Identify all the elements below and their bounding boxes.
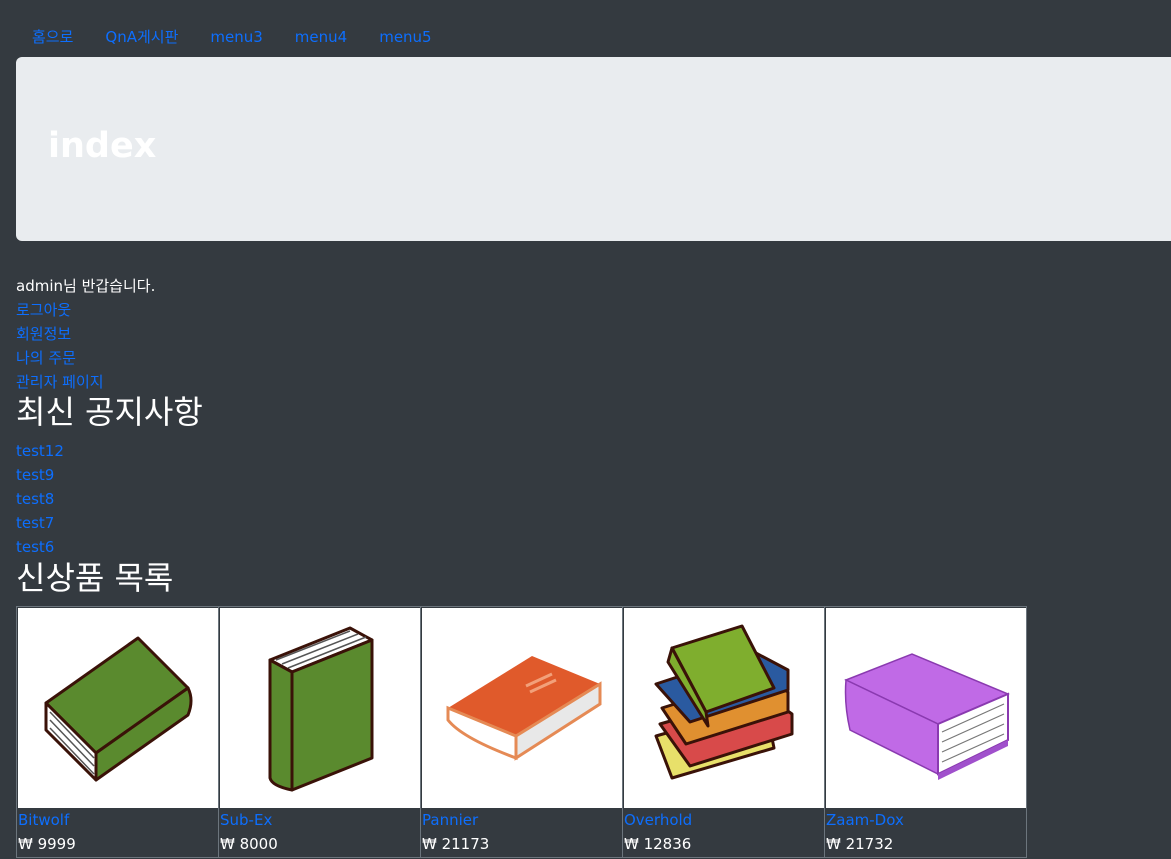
logout-link[interactable]: 로그아웃 [16, 298, 155, 322]
product-price: ₩ 9999 [18, 835, 76, 853]
nav-item-menu3[interactable]: menu3 [194, 22, 278, 52]
product-image[interactable] [624, 608, 824, 808]
purple-book-icon [844, 653, 1010, 780]
product-card: Pannier ₩ 21173 [421, 606, 623, 858]
notice-item[interactable]: test12 [16, 439, 64, 463]
product-price: ₩ 12836 [624, 835, 692, 853]
product-card: Overhold ₩ 12836 [623, 606, 825, 858]
header-jumbotron: index [16, 57, 1171, 241]
product-card: Zaam-Dox ₩ 21732 [825, 606, 1027, 858]
product-name[interactable]: Pannier [421, 808, 622, 832]
notice-item[interactable]: test8 [16, 487, 64, 511]
product-name[interactable]: Sub-Ex [219, 808, 420, 832]
member-info-link[interactable]: 회원정보 [16, 322, 155, 346]
product-image[interactable] [18, 608, 218, 808]
product-name[interactable]: Overhold [623, 808, 824, 832]
products-heading: 신상품 목록 [16, 559, 174, 597]
product-name[interactable]: Zaam-Dox [825, 808, 1026, 832]
product-grid: Bitwolf ₩ 9999 Sub-Ex ₩ 8000 Pannier ₩ 2 [16, 606, 1027, 858]
product-card: Sub-Ex ₩ 8000 [219, 606, 421, 858]
product-price: ₩ 8000 [220, 835, 278, 853]
notice-item[interactable]: test9 [16, 463, 64, 487]
product-price: ₩ 21732 [826, 835, 894, 853]
nav-item-menu4[interactable]: menu4 [279, 22, 363, 52]
page-title: index [48, 126, 157, 166]
product-image[interactable] [826, 608, 1026, 808]
nav-item-home[interactable]: 홈으로 [16, 22, 89, 52]
my-orders-link[interactable]: 나의 주문 [16, 346, 155, 370]
green-book-standing-icon [268, 626, 374, 792]
user-panel: admin님 반갑습니다. 로그아웃 회원정보 나의 주문 관리자 페이지 [16, 274, 155, 394]
product-price: ₩ 21173 [422, 835, 490, 853]
product-image[interactable] [422, 608, 622, 808]
nav-item-menu5[interactable]: menu5 [363, 22, 447, 52]
green-book-lying-icon [44, 636, 193, 782]
notice-item[interactable]: test6 [16, 535, 64, 559]
book-stack-icon [654, 624, 794, 780]
product-card: Bitwolf ₩ 9999 [17, 606, 219, 858]
nav-item-qna[interactable]: QnA게시판 [89, 22, 194, 52]
notice-list: test12 test9 test8 test7 test6 [16, 439, 64, 559]
notice-item[interactable]: test7 [16, 511, 64, 535]
product-name[interactable]: Bitwolf [17, 808, 218, 832]
orange-book-icon [446, 656, 602, 761]
welcome-message: admin님 반갑습니다. [16, 277, 156, 295]
top-nav: 홈으로 QnA게시판 menu3 menu4 menu5 [16, 22, 448, 52]
notices-heading: 최신 공지사항 [16, 393, 203, 431]
product-image[interactable] [220, 608, 420, 808]
